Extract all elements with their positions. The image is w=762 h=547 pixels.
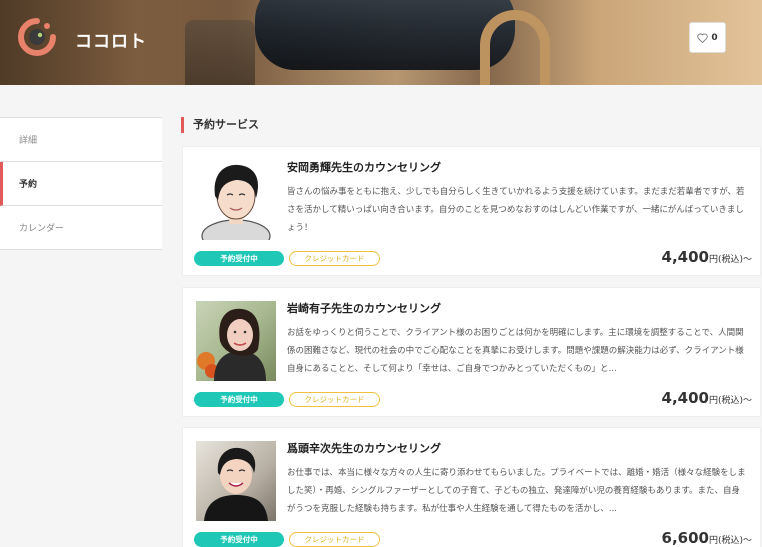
shop-name: ココロト (75, 32, 147, 52)
status-badge: 予約受付中 (194, 392, 284, 407)
counselor-photo (196, 301, 276, 381)
service-title[interactable]: 爲頭辛次先生のカウンセリング (287, 440, 441, 456)
service-card[interactable]: 爲頭辛次先生のカウンセリング お仕事では、本当に様々な方々の人生に寄り添わせても… (182, 427, 761, 547)
service-description: 皆さんの悩み事をともに抱え、少しでも自分らしく生きていかれるよう支援を続けていま… (287, 187, 745, 233)
service-price: 6,600円(税込)〜 (662, 529, 752, 547)
service-description: お話をゆっくりと伺うことで、クライアント様のお困りごとは何かを明確にします。主に… (287, 328, 744, 374)
price-suffix: 円(税込)〜 (708, 536, 752, 546)
status-badge: 予約受付中 (194, 532, 284, 547)
sidebar: 詳細 予約 カレンダー (0, 117, 162, 250)
sidebar-item-label: 詳細 (19, 136, 38, 146)
price-suffix: 円(税込)〜 (708, 255, 752, 265)
service-card[interactable]: 岩崎有子先生のカウンセリング お話をゆっくりと伺うことで、クライアント様のお困り… (182, 287, 761, 417)
payment-badge: クレジットカード (289, 251, 380, 266)
sidebar-item-calendar[interactable]: カレンダー (0, 206, 162, 250)
favorite-count: 0 (711, 32, 718, 43)
sidebar-item-label: カレンダー (19, 224, 65, 234)
service-card[interactable]: 安岡勇輝先生のカウンセリング 皆さんの悩み事をともに抱え、少しでも自分らしく生き… (182, 146, 761, 276)
price-value: 4,400 (661, 389, 709, 407)
price-suffix: 円(税込)〜 (708, 396, 752, 406)
header-banner: ココロト 0 (0, 0, 762, 85)
logo-icon[interactable] (18, 18, 56, 56)
service-description: お仕事では、本当に様々な方々の人生に寄り添わせてもらいました。プライベートでは、… (287, 468, 746, 514)
service-title[interactable]: 岩崎有子先生のカウンセリング (287, 300, 441, 316)
service-price: 4,400円(税込)〜 (662, 389, 752, 407)
service-title[interactable]: 安岡勇輝先生のカウンセリング (287, 159, 441, 175)
payment-badge: クレジットカード (289, 532, 380, 547)
heart-icon (697, 32, 709, 43)
counselor-photo (196, 441, 276, 521)
payment-badge: クレジットカード (289, 392, 380, 407)
sidebar-item-reservation[interactable]: 予約 (0, 162, 162, 206)
status-badge: 予約受付中 (194, 251, 284, 266)
section-title: 予約サービス (181, 117, 259, 133)
counselor-photo (196, 160, 276, 240)
sidebar-item-label: 予約 (19, 180, 38, 190)
price-value: 4,400 (661, 248, 709, 266)
sidebar-item-details[interactable]: 詳細 (0, 118, 162, 162)
price-value: 6,600 (661, 529, 709, 547)
service-price: 4,400円(税込)〜 (662, 248, 752, 266)
favorite-button[interactable]: 0 (689, 22, 726, 53)
